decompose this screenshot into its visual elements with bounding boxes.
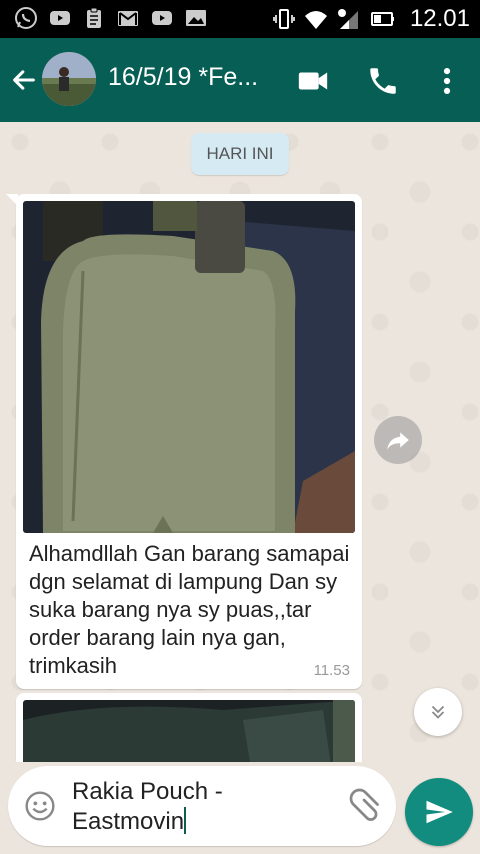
video-call-icon[interactable] [296,64,330,98]
pouch-photo [23,201,355,533]
signal-icon [337,9,358,29]
send-icon [426,800,453,824]
forward-button[interactable] [374,416,422,464]
message-time: 11.53 [313,662,350,679]
bag-photo [23,700,355,762]
chat-toolbar: 16/5/19 *Fe... [0,38,480,122]
date-chip: HARI INI [191,133,289,175]
more-vert-icon[interactable] [430,64,464,98]
message-input[interactable]: Rakia Pouch - Eastmovin [8,766,396,846]
message-bubble[interactable]: Alhamdllah Gan barang samapai dgn selama… [6,194,362,689]
message-input-text[interactable]: Rakia Pouch - Eastmovin [72,777,332,837]
vibrate-icon [273,9,295,29]
clipboard-icon [87,7,101,28]
paperclip-icon[interactable] [346,788,382,824]
battery-icon [370,12,394,26]
composer-bar: Rakia Pouch - Eastmovin [0,762,480,854]
youtube-icon [152,11,172,25]
wifi-icon [304,11,327,29]
whatsapp-icon [15,7,37,29]
gmail-icon [118,11,138,26]
chat-area[interactable]: HARI INI Alhamdllah Gan barang samapai d… [0,122,480,762]
status-clock: 12.01 [409,5,470,32]
message-caption: Alhamdllah Gan barang samapai dgn selama… [29,541,350,678]
emoji-icon[interactable] [24,790,56,822]
message-photo[interactable] [23,700,355,762]
message-bubble[interactable] [16,693,362,762]
arrow-left-icon[interactable] [10,66,38,94]
bubble-tail [6,194,18,206]
send-button[interactable] [405,778,473,846]
message-input-value: Rakia Pouch - Eastmovin [72,778,223,835]
message-photo[interactable] [23,201,355,533]
phone-icon[interactable] [366,64,400,98]
status-bar: 12.01 [0,0,480,38]
youtube-icon [50,11,70,25]
avatar[interactable] [42,52,96,106]
share-arrow-icon [387,432,409,450]
chat-title[interactable]: 16/5/19 *Fe... [108,63,280,92]
text-cursor [184,807,187,834]
scroll-down-button[interactable] [414,688,462,736]
double-chevron-down-icon [431,705,445,719]
avatar-photo [42,52,96,106]
gallery-icon [186,10,206,26]
